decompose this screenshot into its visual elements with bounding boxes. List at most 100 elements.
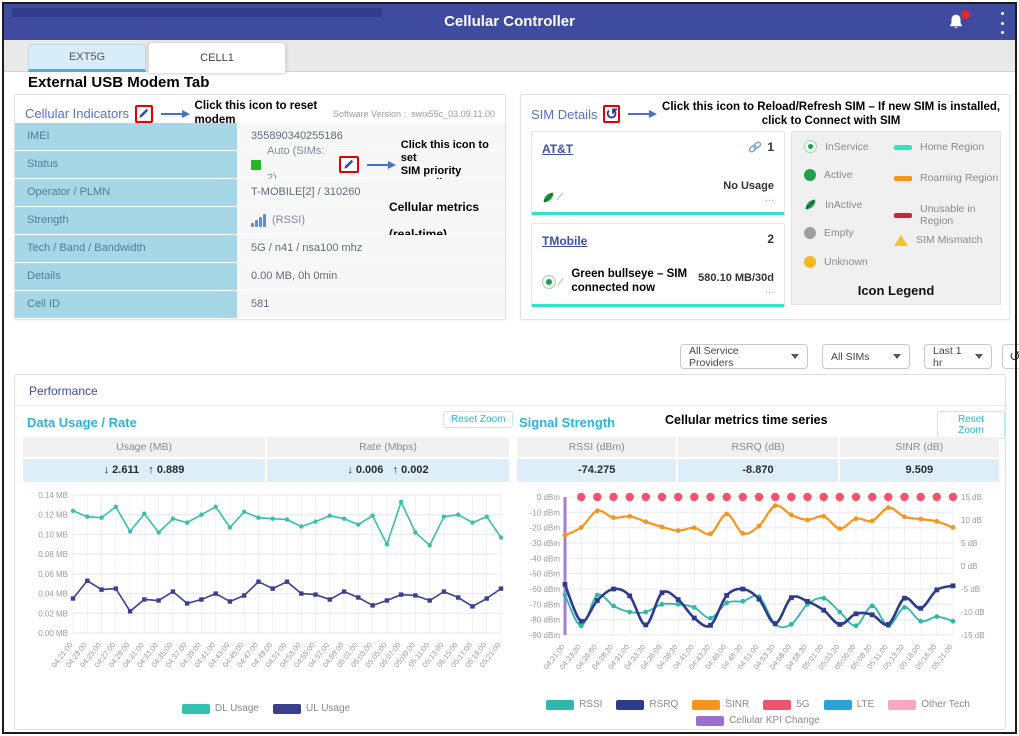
notification-bell-icon[interactable]: [947, 13, 967, 33]
cellular-indicators-panel: Cellular Indicators Click this icon to r…: [14, 94, 506, 320]
legend-entry-5g: 5G: [763, 699, 809, 710]
indicator-value: 5G / n41 / nsa100 mhz: [237, 235, 505, 262]
svg-text:-20 dBm: -20 dBm: [530, 524, 561, 533]
annotation-arrow: [628, 113, 650, 115]
legend-item-empty: Empty: [804, 227, 854, 239]
tech-icon: ⁄⁄: [559, 192, 560, 203]
cellular-indicators-title: Cellular Indicators: [25, 106, 129, 121]
link-icon: [748, 141, 762, 153]
signal-chart-legend: RSSIRSRQSINR5GLTEOther Tech: [517, 699, 999, 710]
sims-select[interactable]: All SIMs: [822, 344, 910, 369]
indicator-value: (RSSI)Cellular metrics (real-time): [237, 207, 505, 234]
chevron-down-icon: [975, 354, 983, 359]
legend-entry-dl-usage: DL Usage: [182, 703, 259, 714]
status-dot-icon: [804, 169, 816, 181]
app-title: Cellular Controller: [4, 4, 1015, 40]
indicator-label: Strength: [15, 207, 237, 234]
svg-text:0.08 MB: 0.08 MB: [38, 550, 68, 559]
legend-entry-rsrq: RSRQ: [616, 699, 678, 710]
indicator-row: Cell ID581: [15, 291, 505, 318]
service-provider-select[interactable]: All Service Providers: [680, 344, 808, 369]
sim-usage-sub-att: ...: [723, 192, 774, 204]
signal-reset-zoom-button[interactable]: Reset Zoom: [937, 411, 1005, 439]
legend-entry-rssi: RSSI: [546, 699, 602, 710]
status-dot-icon: [804, 227, 816, 239]
signal-chart-legend-row2: Cellular KPI Change: [517, 715, 999, 726]
sim-details-panel: SIM Details ↺ Click this icon to Reload/…: [520, 94, 1010, 320]
svg-text:-40 dBm: -40 dBm: [530, 554, 561, 563]
tab-bar: EXT5G CELL1: [4, 40, 1015, 72]
chevron-down-icon: [791, 354, 799, 359]
legend-item-inservice: InService: [804, 140, 869, 153]
sim-usage-tmobile: 580.10 MB/30d: [698, 272, 774, 284]
indicator-row: StatusAuto (SIMs: 2)Click this icon to s…: [15, 151, 505, 178]
sim-usage-att: No Usage: [723, 180, 774, 192]
indicators-table: IMEI355890340255186StatusAuto (SIMs: 2)C…: [15, 123, 505, 319]
sim-link-att[interactable]: AT&T: [542, 142, 573, 156]
rate-values: ↓ 0.006 ↑ 0.002: [267, 459, 509, 482]
svg-text:0.14 MB: 0.14 MB: [38, 491, 68, 500]
performance-section: Performance Data Usage / Rate Reset Zoom…: [14, 374, 1006, 730]
time-range-select[interactable]: Last 1 hr: [924, 344, 992, 369]
sim-link-tmobile[interactable]: TMobile: [542, 234, 587, 248]
indicator-label: IMEI: [15, 123, 237, 150]
tab-ext5g[interactable]: EXT5G: [28, 44, 146, 72]
icon-legend-box: InService Active InActive Empty Unknown Home…: [791, 131, 1001, 305]
svg-text:-80 dBm: -80 dBm: [530, 616, 561, 625]
usage-chart-legend: DL UsageUL Usage: [23, 703, 509, 714]
svg-text:0.02 MB: 0.02 MB: [38, 609, 68, 618]
svg-text:-10 dB: -10 dB: [961, 608, 985, 617]
sim-reload-annotation: Click this icon to Reload/Refresh SIM – …: [662, 100, 1000, 129]
indicator-row: Strength(RSSI)Cellular metrics (real-tim…: [15, 207, 505, 234]
region-line-icon: [894, 145, 912, 150]
rate-col-header: Rate (Mbps): [267, 437, 509, 457]
legend-entry-other-tech: Other Tech: [888, 699, 970, 710]
svg-text:-60 dBm: -60 dBm: [530, 585, 561, 594]
signal-bars-icon: [251, 214, 266, 227]
status-ok-icon: [251, 160, 261, 170]
sim-details-title: SIM Details: [531, 107, 597, 122]
usage-chart[interactable]: 0.00 MB0.02 MB0.04 MB0.06 MB0.08 MB0.10 …: [23, 485, 509, 697]
annotation-arrow: [367, 164, 389, 166]
svg-text:0.06 MB: 0.06 MB: [38, 570, 68, 579]
signal-summary-table: RSSI (dBm) RSRQ (dB) SINR (dB) -74.275 -…: [517, 437, 999, 482]
signal-chart[interactable]: 0 dBm-10 dBm-20 dBm-30 dBm-40 dBm-50 dBm…: [517, 485, 999, 697]
inactive-leaf-icon: [542, 191, 555, 204]
indicator-label: Cell ID: [15, 291, 237, 318]
svg-text:-90 dBm: -90 dBm: [530, 631, 561, 640]
software-version: Software Version : swix55c_03.09.11.00: [333, 109, 495, 119]
legend-item-unusable-in-region: Unusable in Region: [894, 203, 1000, 227]
svg-text:0 dBm: 0 dBm: [537, 493, 560, 502]
svg-text:5 dB: 5 dB: [961, 539, 977, 548]
inservice-bullseye-icon: [542, 275, 556, 289]
sim-refresh-icon[interactable]: ↺: [603, 105, 620, 123]
chevron-down-icon: [893, 354, 901, 359]
legend-entry-cellular-kpi-change: Cellular KPI Change: [696, 715, 820, 726]
icon-legend-title: Icon Legend: [792, 283, 1000, 298]
svg-text:-50 dBm: -50 dBm: [530, 570, 561, 579]
legend-item-unknown: Unknown: [804, 256, 868, 268]
svg-text:-15 dB: -15 dB: [961, 631, 985, 640]
reset-modem-pencil-icon[interactable]: [135, 105, 153, 123]
tech-icon: ⁄⁄: [560, 277, 561, 288]
indicator-row: Details0.00 MB, 0h 0min: [15, 263, 505, 290]
sim-card-tmobile: TMobile 2 ⁄⁄ Green bullseye – SIM connec…: [531, 223, 785, 307]
legend-item-inactive: InActive: [804, 198, 862, 211]
sim-card-att: AT&T 1 ⁄⁄ No Usage ...: [531, 131, 785, 215]
sim-priority-pencil-icon[interactable]: [339, 156, 359, 173]
usage-reset-zoom-button[interactable]: Reset Zoom: [443, 411, 513, 428]
timeseries-annotation: Cellular metrics time series: [665, 413, 828, 427]
indicator-row: Tech / Band / Bandwidth5G / n41 / nsa100…: [15, 235, 505, 262]
indicator-label: Operator / PLMN: [15, 179, 237, 206]
page-heading: External USB Modem Tab: [28, 74, 209, 91]
tab-cell1[interactable]: CELL1: [148, 42, 286, 73]
usage-col-header: Usage (MB): [23, 437, 265, 457]
charts-refresh-icon[interactable]: ↺: [1002, 344, 1019, 369]
indicator-label: Tech / Band / Bandwidth: [15, 235, 237, 262]
legend-item-roaming-region: Roaming Region: [894, 172, 998, 184]
performance-title: Performance: [29, 384, 98, 398]
legend-item-home-region: Home Region: [894, 141, 984, 153]
sinr-col-header: SINR (dB): [840, 437, 999, 457]
overflow-menu-icon[interactable]: [999, 12, 1005, 34]
legend-item-active: Active: [804, 169, 853, 181]
